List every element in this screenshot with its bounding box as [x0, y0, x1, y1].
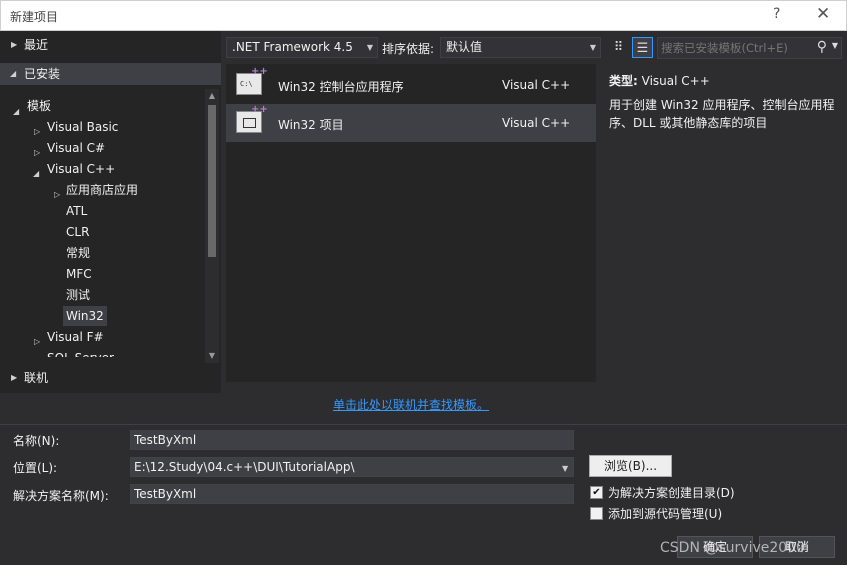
source-control-label: 添加到源代码管理(U)	[608, 507, 723, 521]
name-label: 名称(N):	[13, 434, 60, 448]
sort-dropdown[interactable]: 默认值 ▼	[440, 37, 601, 58]
tree-item-visual-fsharp[interactable]: Visual F#	[47, 327, 104, 347]
console-app-icon: ++ C:\	[236, 66, 268, 95]
tree-item-win32[interactable]: Win32	[63, 306, 107, 326]
collapse-arrow-icon[interactable]: ◢	[10, 63, 16, 85]
tree-item-store-apps[interactable]: 应用商店应用	[66, 180, 138, 200]
tree-item-atl[interactable]: ATL	[66, 201, 87, 221]
title-bar: 新建项目 ? ✕	[0, 0, 847, 31]
tree-item-test[interactable]: 测试	[66, 285, 90, 305]
tree-scrollbar[interactable]: ▲ ▼	[205, 89, 219, 363]
expand-arrow-icon[interactable]: ▷	[34, 332, 40, 352]
expand-arrow-icon[interactable]: ▷	[34, 143, 40, 163]
tree-item-sql-server[interactable]: SQL Server	[47, 348, 114, 357]
browse-button[interactable]: 浏览(B)...	[589, 455, 672, 477]
location-label: 位置(L):	[13, 461, 58, 475]
chevron-down-icon[interactable]: ▼	[562, 464, 568, 473]
category-pane: ▶ 最近 ◢ 已安装 ◢ 模板 ▷ Visual Basic ▷ Visual …	[0, 31, 221, 393]
scroll-down-icon[interactable]: ▼	[205, 349, 219, 363]
expand-arrow-icon[interactable]: ▶	[11, 367, 17, 389]
close-button[interactable]: ✕	[816, 4, 830, 24]
nav-recent-label: 最近	[24, 38, 49, 52]
watermark: CSDN @survive2000	[660, 540, 805, 556]
list-view-button[interactable]: ☰	[632, 37, 653, 58]
sort-value: 默认值	[446, 40, 483, 54]
scroll-up-icon[interactable]: ▲	[205, 89, 219, 103]
solution-name-input[interactable]	[130, 484, 574, 504]
template-description: 类型: Visual C++ 用于创建 Win32 应用程序、控制台应用程序、D…	[609, 72, 839, 132]
framework-dropdown[interactable]: .NET Framework 4.5 ▼	[226, 37, 378, 58]
tree-item-clr[interactable]: CLR	[66, 222, 89, 242]
type-label: 类型:	[609, 74, 638, 88]
grid-icon: ⠿	[613, 40, 624, 55]
win32-project-icon: ++	[236, 104, 268, 133]
nav-installed-label: 已安装	[24, 67, 61, 81]
type-value: Visual C++	[641, 74, 710, 88]
create-directory-label: 为解决方案创建目录(D)	[608, 486, 735, 500]
expand-arrow-icon[interactable]: ▶	[11, 34, 17, 56]
tree-item-general[interactable]: 常规	[66, 243, 90, 263]
collapse-arrow-icon[interactable]: ◢	[13, 102, 19, 122]
sort-label: 排序依据:	[382, 42, 435, 56]
template-language: Visual C++	[502, 116, 571, 130]
framework-value: .NET Framework 4.5	[232, 40, 353, 54]
template-item-console[interactable]: ++ C:\ Win32 控制台应用程序 Visual C++	[226, 66, 596, 104]
template-search[interactable]: ⚲ ▼	[657, 37, 842, 59]
help-button[interactable]: ?	[773, 6, 780, 22]
description-text: 用于创建 Win32 应用程序、控制台应用程序、DLL 或其他静态库的项目	[609, 98, 835, 130]
chevron-down-icon: ▼	[589, 43, 596, 52]
template-name: Win32 控制台应用程序	[278, 80, 404, 94]
scroll-thumb[interactable]	[208, 105, 216, 257]
collapse-arrow-icon[interactable]: ◢	[33, 164, 39, 184]
list-icon: ☰	[636, 41, 649, 56]
template-name: Win32 项目	[278, 118, 344, 132]
tree-item-templates[interactable]: 模板	[27, 96, 51, 116]
search-input[interactable]	[661, 40, 811, 56]
source-control-checkbox[interactable]	[590, 507, 603, 520]
tree-item-visual-csharp[interactable]: Visual C#	[47, 138, 105, 158]
tree-item-sql-server-clip: SQL Server	[47, 348, 207, 357]
template-language: Visual C++	[502, 78, 571, 92]
small-icons-view-button[interactable]: ⠿	[608, 37, 629, 58]
tree-item-visual-cpp[interactable]: Visual C++	[47, 159, 115, 179]
template-item-win32[interactable]: ++ Win32 项目 Visual C++	[226, 104, 596, 142]
tree-item-visual-basic[interactable]: Visual Basic	[47, 117, 118, 137]
window-title: 新建项目	[10, 10, 59, 24]
solution-name-label: 解决方案名称(M):	[13, 489, 109, 503]
search-icon[interactable]: ⚲	[817, 39, 827, 55]
nav-recent[interactable]: ▶ 最近	[0, 34, 221, 56]
expand-arrow-icon[interactable]: ▷	[34, 122, 40, 142]
chevron-down-icon: ▼	[366, 43, 373, 52]
nav-installed[interactable]: ◢ 已安装	[0, 63, 221, 85]
template-list: ++ C:\ Win32 控制台应用程序 Visual C++ ++ Win32…	[226, 64, 596, 382]
project-name-input[interactable]	[130, 430, 574, 450]
location-input[interactable]	[130, 457, 574, 477]
chevron-down-icon[interactable]: ▼	[832, 41, 838, 50]
online-templates-link[interactable]: 单击此处以联机并查找模板。	[333, 396, 489, 413]
expand-arrow-icon[interactable]: ▷	[54, 185, 60, 205]
nav-online[interactable]: ▶ 联机	[0, 367, 221, 389]
tree-item-mfc[interactable]: MFC	[66, 264, 92, 284]
nav-online-label: 联机	[24, 371, 49, 385]
create-directory-checkbox[interactable]: ✔	[590, 486, 603, 499]
